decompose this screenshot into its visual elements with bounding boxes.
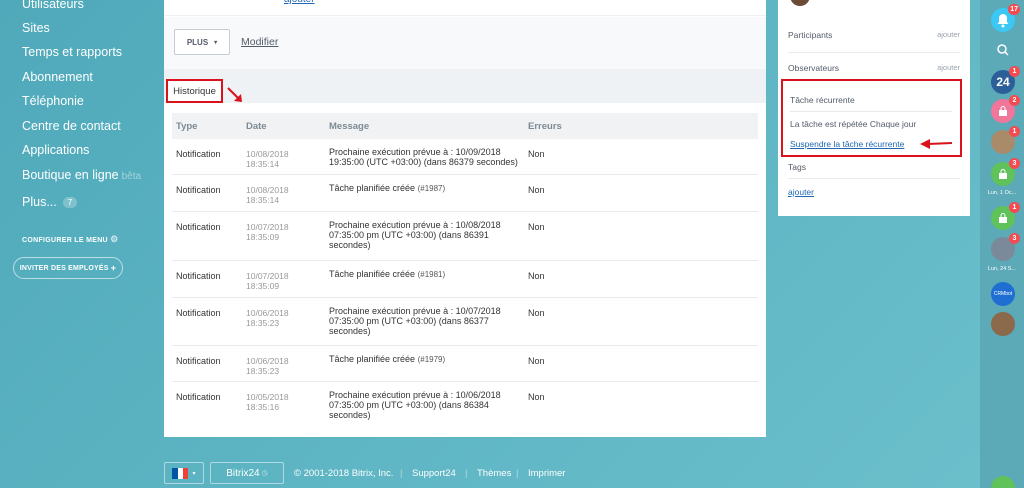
configure-menu-button[interactable]: CONFIGURER LE MENU ⚙ (22, 234, 119, 245)
avatar[interactable]: 3 (991, 233, 1020, 261)
column-header-errors: Erreurs (528, 121, 562, 132)
right-dock: 17 24 1 2 1 3 Lun, 1 Oc... 1 3 Lun, 24 S… (980, 0, 1024, 488)
participants-row: Participants ajouter (788, 30, 960, 40)
print-link[interactable]: Imprimer (528, 468, 565, 479)
recurring-task-description: La tâche est répétée Chaque jour (790, 119, 917, 129)
annotation-arrow-icon (920, 139, 953, 149)
more-count-badge: 7 (62, 197, 78, 209)
french-flag-icon (172, 467, 189, 479)
bitrix24-logo-button[interactable]: Bitrix24 ◷ (210, 462, 284, 484)
bitrix24-chat-icon[interactable]: 24 1 (991, 66, 1020, 94)
tabs-bar: Historique (164, 69, 766, 103)
menu-item-applications[interactable]: Applications (22, 143, 89, 157)
avatar[interactable] (991, 312, 1015, 336)
table-row: Notification 10/07/2018 18:35:09 Prochain… (172, 212, 758, 261)
menu-item-contact-center[interactable]: Centre de contact (22, 119, 121, 133)
menu-item-online-store[interactable]: Boutique en ligne bêta (22, 168, 141, 182)
left-sidebar-menu: Utilisateurs Sites Temps et rapports Abo… (0, 0, 150, 488)
notifications-count-badge: 17 (1008, 4, 1020, 15)
clock-icon: ◷ (261, 470, 268, 477)
notifications-bell-icon[interactable]: 17 (991, 4, 1020, 32)
suspend-recurring-link[interactable]: Suspendre la tâche récurrente (790, 139, 904, 149)
menu-item-time-reports[interactable]: Temps et rapports (22, 45, 122, 59)
table-header: Type Date Message Erreurs (172, 113, 758, 139)
footer: ▾ Bitrix24 ◷ © 2001-2018 Bitrix, Inc. | S… (164, 462, 584, 484)
date-separator: Lun, 24 S... (987, 266, 1017, 272)
plus-button[interactable]: PLUS ▾ (174, 29, 230, 55)
divider (790, 111, 952, 112)
table-row: Notification 10/08/2018 18:35:14 Prochain… (172, 139, 758, 175)
menu-item-more[interactable]: Plus... 7 (22, 195, 78, 209)
language-selector[interactable]: ▾ (164, 462, 204, 484)
divider (788, 178, 960, 179)
table-row: Notification 10/07/2018 18:35:09 Tâche pl… (172, 261, 758, 298)
modify-link[interactable]: Modifier (241, 36, 278, 48)
avatar[interactable] (790, 0, 810, 6)
task-main-panel: ajouter PLUS ▾ Modifier Historique Type … (164, 0, 766, 437)
menu-item-subscription[interactable]: Abonnement (22, 70, 93, 84)
beta-tag: bêta (121, 171, 142, 182)
top-strip: ajouter (164, 0, 766, 16)
table-row: Notification 10/06/2018 18:35:23 Tâche pl… (172, 346, 758, 382)
plus-icon: + (110, 263, 117, 273)
table-row: Notification 10/05/2018 18:35:16 Prochain… (176, 390, 545, 420)
support24-link[interactable]: Support24 (412, 468, 456, 479)
divider (788, 52, 960, 53)
column-header-message: Message (329, 121, 370, 132)
search-icon[interactable] (991, 38, 1015, 62)
annotation-arrow-icon (227, 87, 242, 102)
observers-add-link[interactable]: ajouter (937, 63, 960, 72)
lock-chat-icon[interactable]: 2 (991, 95, 1020, 123)
menu-item-users[interactable]: Utilisateurs (22, 0, 84, 11)
table-row: Notification 10/06/2018 18:35:23 Prochain… (172, 298, 758, 346)
tags-add-link[interactable]: ajouter (788, 187, 814, 197)
chevron-down-icon: ▾ (214, 39, 218, 46)
table-row: Notification 10/08/2018 18:35:14 Tâche pl… (172, 175, 758, 212)
menu-item-sites[interactable]: Sites (22, 21, 50, 35)
task-actions-row: PLUS ▾ Modifier (164, 17, 766, 69)
avatar[interactable]: 1 (991, 126, 1020, 154)
phone-icon[interactable] (991, 476, 1015, 488)
observers-row: Observateurs ajouter (788, 63, 960, 73)
invite-employees-button[interactable]: INVITER DES EMPLOYÉS + (13, 257, 123, 279)
chevron-down-icon: ▾ (192, 470, 196, 477)
participants-add-link[interactable]: ajouter (937, 30, 960, 39)
copyright-text: © 2001-2018 Bitrix, Inc. (294, 468, 394, 479)
menu-item-telephony[interactable]: Téléphonie (22, 94, 84, 108)
task-sidebar: Participants ajouter Observateurs ajoute… (778, 0, 970, 216)
tab-history[interactable]: Historique (166, 79, 223, 103)
crm-bot-icon[interactable]: CRMbot (991, 282, 1015, 306)
date-separator: Lun, 1 Oc... (987, 190, 1017, 196)
tags-label: Tags (788, 162, 806, 172)
recurring-task-title: Tâche récurrente (790, 95, 855, 105)
cut-link[interactable]: ajouter (284, 0, 315, 5)
lock-chat-icon[interactable]: 3 (991, 158, 1020, 186)
column-header-type: Type (176, 121, 198, 132)
lock-chat-icon[interactable]: 1 (991, 202, 1020, 230)
column-header-date: Date (246, 121, 267, 132)
themes-link[interactable]: Thèmes (477, 468, 511, 479)
gear-icon: ⚙ (110, 234, 119, 244)
